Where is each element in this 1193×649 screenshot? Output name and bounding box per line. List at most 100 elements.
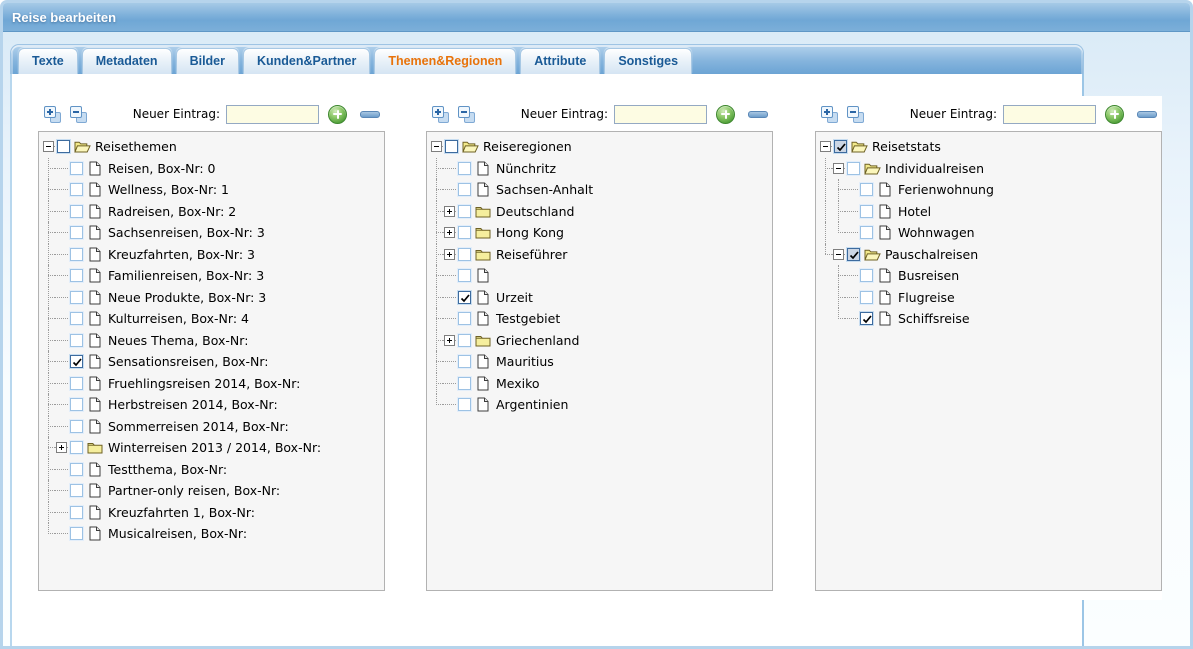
node-checkbox[interactable] xyxy=(70,377,83,390)
node-checkbox[interactable] xyxy=(70,248,83,261)
node-label[interactable]: Testgebiet xyxy=(496,311,560,326)
collapse-all-button[interactable] xyxy=(70,106,87,123)
node-checkbox[interactable] xyxy=(860,269,873,282)
node-label[interactable]: Deutschland xyxy=(496,204,574,219)
add-entry-button[interactable] xyxy=(1105,105,1124,124)
tab-kunden-partner[interactable]: Kunden&Partner xyxy=(243,48,370,74)
node-label[interactable]: Hong Kong xyxy=(496,225,564,240)
node-checkbox[interactable] xyxy=(70,484,83,497)
remove-entry-button[interactable] xyxy=(748,111,768,118)
tab-sonstiges[interactable]: Sonstiges xyxy=(604,48,692,74)
tab-metadaten[interactable]: Metadaten xyxy=(82,48,172,74)
node-checkbox[interactable] xyxy=(847,162,860,175)
node-label[interactable]: Neue Produkte, Box-Nr: 3 xyxy=(108,290,266,305)
collapse-toggle-icon[interactable] xyxy=(833,163,844,174)
node-label[interactable]: Griechenland xyxy=(496,333,579,348)
node-label[interactable]: Reisetstats xyxy=(872,139,941,154)
node-label[interactable]: Busreisen xyxy=(898,268,959,283)
collapse-all-button[interactable] xyxy=(458,106,475,123)
node-checkbox[interactable] xyxy=(458,183,471,196)
collapse-toggle-icon[interactable] xyxy=(820,141,831,152)
tab-bilder[interactable]: Bilder xyxy=(176,48,239,74)
node-label[interactable]: Kreuzfahrten, Box-Nr: 3 xyxy=(108,247,255,262)
node-label[interactable]: Urzeit xyxy=(496,290,533,305)
node-checkbox[interactable] xyxy=(70,527,83,540)
node-checkbox[interactable] xyxy=(860,226,873,239)
node-checkbox[interactable] xyxy=(458,248,471,261)
node-label[interactable]: Ferienwohnung xyxy=(898,182,994,197)
node-label[interactable]: Nünchritz xyxy=(496,161,556,176)
node-label[interactable]: Mexiko xyxy=(496,376,540,391)
node-label[interactable]: Sachsen-Anhalt xyxy=(496,182,593,197)
expand-toggle-icon[interactable] xyxy=(56,442,67,453)
node-checkbox[interactable] xyxy=(70,398,83,411)
node-checkbox[interactable] xyxy=(70,205,83,218)
node-label[interactable]: Kreuzfahrten 1, Box-Nr: xyxy=(108,505,255,520)
node-label[interactable]: Mauritius xyxy=(496,354,554,369)
node-checkbox[interactable] xyxy=(860,291,873,304)
node-checkbox[interactable] xyxy=(70,162,83,175)
node-checkbox[interactable] xyxy=(834,140,847,153)
node-label[interactable]: Sensationsreisen, Box-Nr: xyxy=(108,354,269,369)
node-checkbox[interactable] xyxy=(458,312,471,325)
node-label[interactable]: Testthema, Box-Nr: xyxy=(108,462,227,477)
tab-texte[interactable]: Texte xyxy=(18,48,78,74)
node-label[interactable]: Musicalreisen, Box-Nr: xyxy=(108,526,247,541)
node-checkbox[interactable] xyxy=(445,140,458,153)
node-checkbox[interactable] xyxy=(458,205,471,218)
node-checkbox[interactable] xyxy=(458,291,471,304)
node-checkbox[interactable] xyxy=(458,334,471,347)
node-label[interactable]: Sachsenreisen, Box-Nr: 3 xyxy=(108,225,265,240)
expand-all-button[interactable] xyxy=(432,106,449,123)
node-label[interactable]: Radreisen, Box-Nr: 2 xyxy=(108,204,236,219)
node-checkbox[interactable] xyxy=(860,205,873,218)
node-label[interactable]: Sommerreisen 2014, Box-Nr: xyxy=(108,419,289,434)
node-checkbox[interactable] xyxy=(70,269,83,282)
node-checkbox[interactable] xyxy=(70,291,83,304)
node-checkbox[interactable] xyxy=(860,183,873,196)
node-label[interactable]: Herbstreisen 2014, Box-Nr: xyxy=(108,397,278,412)
new-entry-input[interactable] xyxy=(614,105,707,124)
node-label[interactable]: Winterreisen 2013 / 2014, Box-Nr: xyxy=(108,440,321,455)
node-label[interactable]: Reiseführer xyxy=(496,247,567,262)
node-label[interactable]: Hotel xyxy=(898,204,931,219)
node-checkbox[interactable] xyxy=(70,183,83,196)
node-checkbox[interactable] xyxy=(70,334,83,347)
node-checkbox[interactable] xyxy=(458,269,471,282)
node-label[interactable]: Reisen, Box-Nr: 0 xyxy=(108,161,216,176)
node-checkbox[interactable] xyxy=(70,506,83,519)
node-label[interactable]: Pauschalreisen xyxy=(885,247,978,262)
node-checkbox[interactable] xyxy=(70,355,83,368)
node-label[interactable]: Individualreisen xyxy=(885,161,984,176)
node-checkbox[interactable] xyxy=(847,248,860,261)
node-checkbox[interactable] xyxy=(70,420,83,433)
node-checkbox[interactable] xyxy=(860,312,873,325)
node-label[interactable]: Neues Thema, Box-Nr: xyxy=(108,333,248,348)
expand-toggle-icon[interactable] xyxy=(444,335,455,346)
node-checkbox[interactable] xyxy=(70,312,83,325)
tab-attribute[interactable]: Attribute xyxy=(520,48,600,74)
node-checkbox[interactable] xyxy=(458,355,471,368)
node-checkbox[interactable] xyxy=(458,377,471,390)
tab-themen-regionen[interactable]: Themen&Regionen xyxy=(374,48,516,74)
node-checkbox[interactable] xyxy=(70,441,83,454)
node-checkbox[interactable] xyxy=(458,398,471,411)
expand-toggle-icon[interactable] xyxy=(444,227,455,238)
node-label[interactable]: Wellness, Box-Nr: 1 xyxy=(108,182,229,197)
node-checkbox[interactable] xyxy=(70,226,83,239)
remove-entry-button[interactable] xyxy=(1137,111,1157,118)
node-label[interactable]: Schiffsreise xyxy=(898,311,970,326)
remove-entry-button[interactable] xyxy=(360,111,380,118)
node-label[interactable]: Reiseregionen xyxy=(483,139,572,154)
node-checkbox[interactable] xyxy=(70,463,83,476)
collapse-toggle-icon[interactable] xyxy=(431,141,442,152)
new-entry-input[interactable] xyxy=(226,105,319,124)
expand-all-button[interactable] xyxy=(821,106,838,123)
node-checkbox[interactable] xyxy=(57,140,70,153)
add-entry-button[interactable] xyxy=(716,105,735,124)
new-entry-input[interactable] xyxy=(1003,105,1096,124)
collapse-all-button[interactable] xyxy=(847,106,864,123)
expand-toggle-icon[interactable] xyxy=(444,206,455,217)
node-label[interactable]: Flugreise xyxy=(898,290,955,305)
node-label[interactable]: Kulturreisen, Box-Nr: 4 xyxy=(108,311,249,326)
